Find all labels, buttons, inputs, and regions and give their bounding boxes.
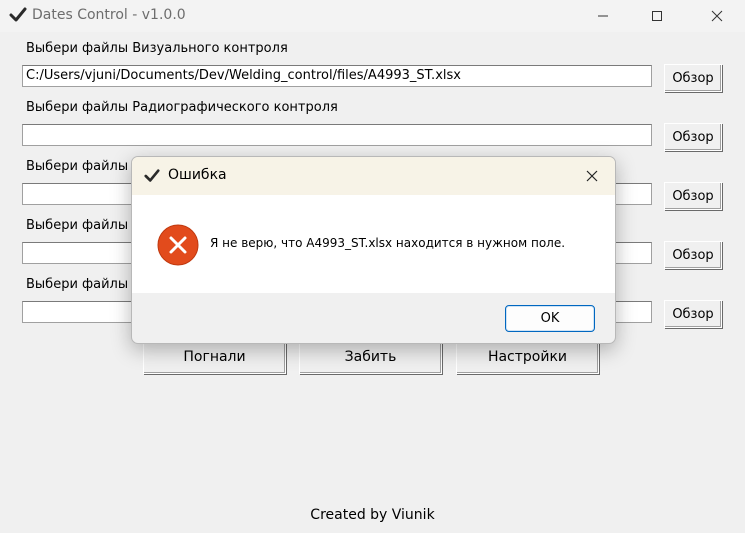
- browse-button-visual[interactable]: Обзор: [664, 64, 722, 92]
- section-label-radiographic: Выбери файлы Радиографического контроля: [26, 100, 338, 115]
- ok-button[interactable]: OK: [505, 305, 595, 332]
- settings-button[interactable]: Настройки: [456, 340, 599, 374]
- error-dialog: Ошибка Я не верю, что A4993_ST.xlsx нахо…: [131, 156, 616, 344]
- dialog-message: Я не верю, что A4993_ST.xlsx находится в…: [210, 236, 566, 250]
- file-path-input-visual[interactable]: C:/Users/vjuni/Documents/Dev/Welding_con…: [22, 65, 652, 87]
- browse-button-4[interactable]: Обзор: [664, 241, 722, 269]
- browse-button-5[interactable]: Обзор: [664, 300, 722, 328]
- file-path-input-radiographic[interactable]: [22, 124, 652, 146]
- window-title: Dates Control - v1.0.0: [32, 7, 186, 23]
- minimize-icon: [598, 15, 608, 17]
- section-label-3: Выбери файлы: [26, 159, 129, 174]
- dialog-body: Я не верю, что A4993_ST.xlsx находится в…: [132, 195, 615, 293]
- footer-credit: Created by Viunik: [310, 507, 435, 523]
- go-button[interactable]: Погнали: [143, 340, 286, 374]
- browse-button-3[interactable]: Обзор: [664, 182, 722, 210]
- dialog-title-bar: Ошибка: [132, 157, 615, 195]
- close-icon: [586, 170, 598, 182]
- dialog-close-button[interactable]: [582, 166, 602, 186]
- close-icon: [711, 10, 723, 22]
- maximize-button[interactable]: [634, 0, 680, 32]
- maximize-icon: [652, 11, 662, 21]
- minimize-button[interactable]: [580, 0, 626, 32]
- title-bar: Dates Control - v1.0.0: [0, 0, 745, 32]
- dialog-title: Ошибка: [168, 167, 227, 183]
- error-icon: [157, 224, 199, 266]
- skip-button[interactable]: Забить: [299, 340, 442, 374]
- section-label-5: Выбери файлы: [26, 277, 129, 292]
- section-label-4: Выбери файлы: [26, 218, 129, 233]
- checkmark-icon: [144, 169, 160, 182]
- close-button[interactable]: [694, 0, 740, 32]
- checkmark-icon: [9, 7, 27, 22]
- browse-button-radiographic[interactable]: Обзор: [664, 123, 722, 151]
- section-label-visual: Выбери файлы Визуального контроля: [26, 41, 288, 56]
